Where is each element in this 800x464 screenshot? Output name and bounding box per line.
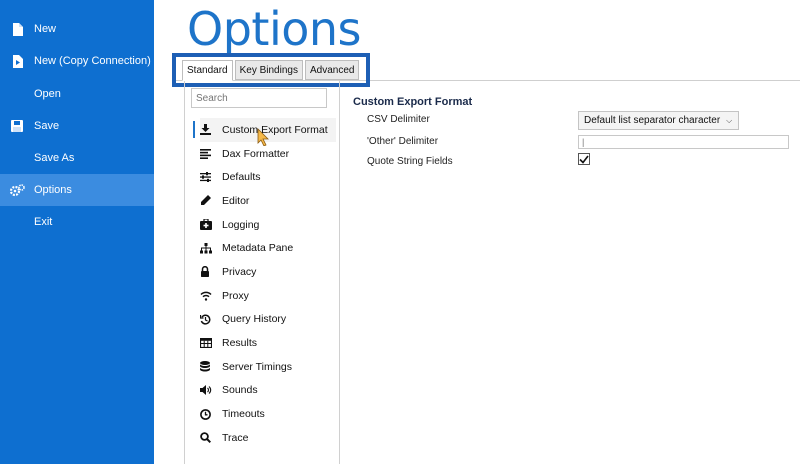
pencil-icon (200, 195, 222, 206)
sidebar-item-label: Save (34, 120, 60, 132)
category-label: Custom Export Format (222, 123, 328, 136)
category-results[interactable]: Results (200, 331, 336, 355)
category-label: Defaults (222, 171, 261, 184)
category-query-history[interactable]: Query History (200, 308, 336, 332)
sidebar-item-label: Open (34, 88, 61, 100)
sidebar-item-label: Save As (34, 152, 75, 164)
chevron-down-icon: ⌵ (726, 115, 733, 125)
quote-string-fields-label: Quote String Fields (367, 156, 453, 167)
csv-delimiter-value: Default list separator character (584, 115, 721, 126)
category-label: Proxy (222, 289, 249, 302)
section-title: Custom Export Format (353, 96, 473, 108)
sidebar-item-save-as[interactable]: Save As (0, 142, 154, 174)
active-category-indicator (193, 121, 195, 138)
sidebar-item-options[interactable]: Options (0, 174, 154, 206)
mouse-cursor-icon (257, 128, 269, 146)
category-server-timings[interactable]: Server Timings (200, 355, 336, 379)
copy-connection-icon (0, 54, 34, 68)
quote-string-fields-checkbox[interactable] (578, 153, 590, 165)
other-delimiter-label: 'Other' Delimiter (367, 136, 439, 147)
category-panel-border-left (184, 81, 185, 464)
sidebar-item-label: New (34, 23, 57, 35)
database-icon (200, 360, 222, 373)
category-logging[interactable]: Logging (200, 213, 336, 237)
category-label: Server Timings (222, 360, 293, 373)
category-defaults[interactable]: Defaults (200, 165, 336, 189)
category-label: Timeouts (222, 408, 265, 421)
tab-strip: Standard Key Bindings Advanced (182, 60, 361, 81)
category-trace[interactable]: Trace (200, 426, 336, 450)
category-editor[interactable]: Editor (200, 189, 336, 213)
category-proxy[interactable]: Proxy (200, 284, 336, 308)
wifi-icon (200, 291, 222, 301)
gears-icon (0, 183, 34, 197)
category-list: Custom Export Format Dax Formatter Defau… (200, 118, 336, 450)
sidebar-item-open[interactable]: Open (0, 78, 154, 110)
category-privacy[interactable]: Privacy (200, 260, 336, 284)
tab-standard[interactable]: Standard (182, 60, 233, 81)
backstage-sidebar: New New (Copy Connection) Open Save Save… (0, 0, 154, 464)
category-panel-border-right (339, 81, 340, 464)
other-delimiter-input[interactable]: | (578, 135, 789, 149)
sliders-icon (200, 172, 222, 183)
download-icon (200, 124, 222, 136)
category-metadata-pane[interactable]: Metadata Pane (200, 236, 336, 260)
page-title: Options (187, 2, 362, 56)
category-label: Logging (222, 218, 260, 231)
clock-icon (200, 408, 222, 420)
table-icon (200, 338, 222, 349)
new-file-icon (0, 22, 34, 36)
sidebar-item-new[interactable]: New (0, 13, 154, 45)
category-label: Trace (222, 431, 249, 444)
sidebar-item-exit[interactable]: Exit (0, 206, 154, 238)
category-sounds[interactable]: Sounds (200, 379, 336, 403)
category-label: Results (222, 337, 258, 350)
category-timeouts[interactable]: Timeouts (200, 402, 336, 426)
csv-delimiter-label: CSV Delimiter (367, 114, 430, 125)
lock-icon (200, 266, 222, 278)
volume-icon (200, 385, 222, 396)
sidebar-item-label: Exit (34, 216, 53, 228)
category-label: Editor (222, 194, 250, 207)
search-icon (200, 432, 222, 444)
category-label: Privacy (222, 265, 257, 278)
sitemap-icon (200, 242, 222, 254)
sidebar-item-new-copy-connection[interactable]: New (Copy Connection) (0, 45, 154, 77)
checkmark-icon (579, 155, 589, 164)
category-label: Dax Formatter (222, 147, 290, 160)
align-icon (200, 148, 222, 159)
tab-key-bindings[interactable]: Key Bindings (234, 60, 303, 80)
medkit-icon (200, 219, 222, 231)
category-label: Query History (222, 313, 287, 326)
history-icon (200, 314, 222, 325)
sidebar-item-label: Options (34, 184, 72, 196)
csv-delimiter-dropdown[interactable]: Default list separator character ⌵ (578, 111, 739, 130)
tab-advanced[interactable]: Advanced (304, 60, 360, 80)
category-label: Sounds (222, 384, 258, 397)
search-input[interactable] (191, 88, 327, 108)
sidebar-item-save[interactable]: Save (0, 110, 154, 142)
sidebar-item-label: New (Copy Connection) (34, 55, 151, 67)
category-label: Metadata Pane (222, 242, 294, 255)
save-icon (0, 120, 34, 132)
